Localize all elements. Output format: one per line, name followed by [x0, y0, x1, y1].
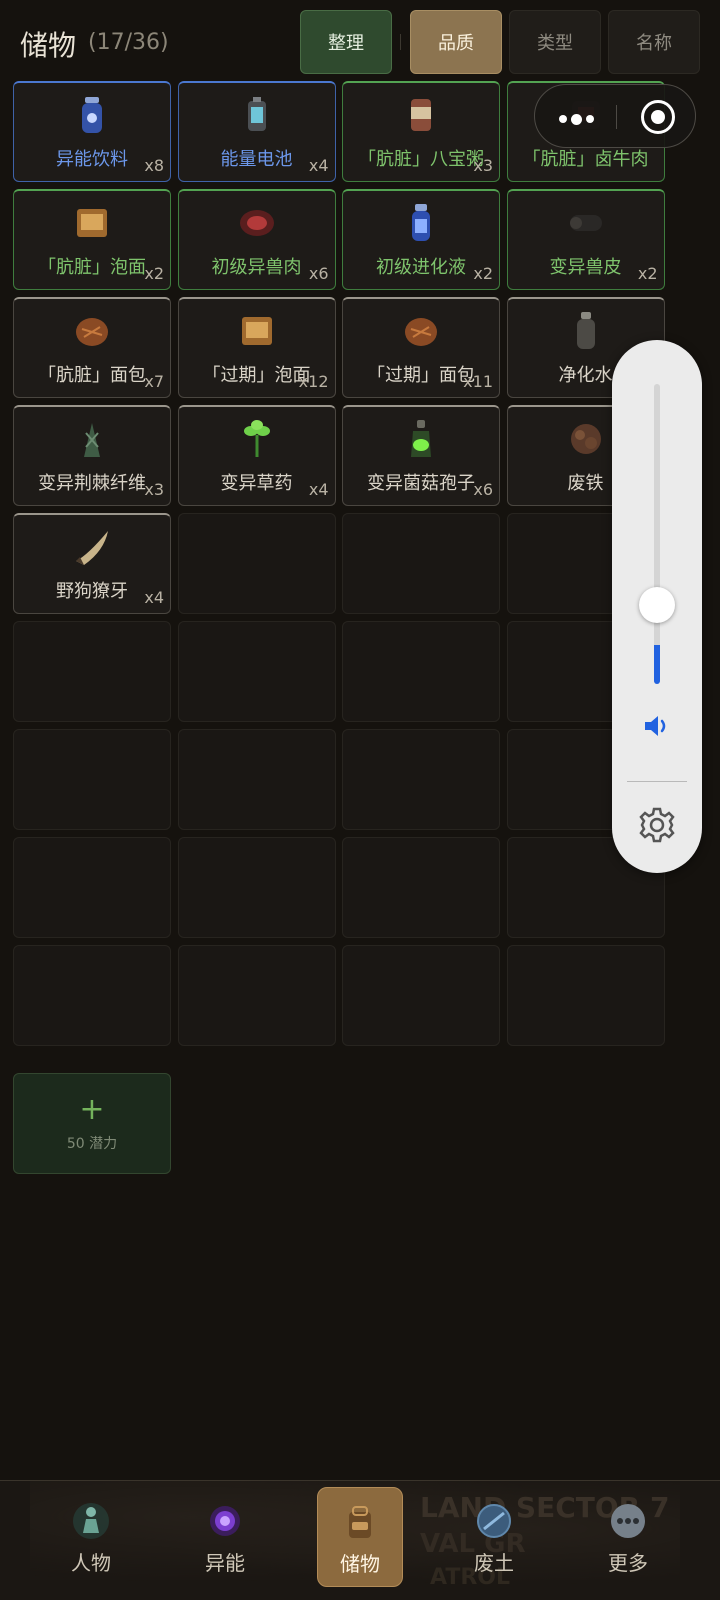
empty-slot: [177, 513, 336, 614]
inventory-slot[interactable]: 初级进化液 x2: [342, 189, 500, 290]
inventory-slot[interactable]: 「肮脏」泡面 x2: [13, 189, 171, 290]
inventory-slot[interactable]: 「过期」面包 x11: [342, 297, 500, 398]
header-divider: [400, 34, 401, 50]
tab-more[interactable]: 更多: [585, 1487, 671, 1587]
spore-bottle-icon: [411, 420, 431, 457]
fang-icon: [76, 531, 108, 565]
empty-slot: [177, 945, 336, 1046]
volume-panel-divider: [627, 781, 687, 782]
sort-name-button[interactable]: 名称: [608, 10, 700, 74]
water-bottle-icon: [576, 312, 595, 349]
item-quantity: x6: [473, 480, 493, 499]
gear-icon[interactable]: [637, 805, 677, 845]
empty-slot: [342, 837, 500, 938]
more-icon: [611, 1504, 645, 1538]
ability-orb-icon: [210, 1506, 240, 1536]
close-target-icon[interactable]: [641, 100, 675, 134]
inventory-slot[interactable]: 变异兽皮 x2: [506, 189, 665, 290]
noodle-pack-icon: [241, 317, 272, 345]
inventory-slot[interactable]: 变异草药 x4: [177, 405, 336, 506]
empty-slot: [177, 837, 336, 938]
sort-type-button[interactable]: 类型: [509, 10, 601, 74]
expand-storage-button[interactable]: + 50 潜力: [13, 1073, 171, 1174]
more-options-icon[interactable]: [559, 113, 594, 125]
empty-slot: [177, 621, 336, 722]
bread-icon: [76, 318, 108, 346]
item-quantity: x6: [308, 264, 329, 283]
volume-slider[interactable]: [654, 384, 660, 684]
item-quantity: x4: [144, 588, 164, 607]
tab-label: 人物: [71, 1551, 111, 1575]
tab-label: 更多: [608, 1551, 648, 1575]
thorn-fiber-icon: [84, 423, 100, 457]
page-title: 储物: [20, 29, 77, 62]
tab-ability[interactable]: 异能: [182, 1487, 268, 1587]
empty-slot: [342, 729, 500, 830]
inventory-slot[interactable]: 初级异兽肉 x6: [177, 189, 336, 290]
inventory-slot[interactable]: 野狗獠牙 x4: [13, 513, 171, 614]
noodle-pack-icon: [77, 209, 107, 237]
item-quantity: x4: [308, 480, 329, 499]
tab-label: 废土: [474, 1551, 514, 1575]
wasteland-icon: [477, 1504, 511, 1538]
capsule-divider: [616, 105, 617, 129]
storage-header: 储物 (17/36) 整理 品质 类型 名称: [0, 0, 720, 80]
empty-slot: [13, 729, 171, 830]
empty-slot: [13, 621, 171, 722]
inventory-slot[interactable]: 「过期」泡面 x12: [177, 297, 336, 398]
item-quantity: x12: [298, 372, 329, 391]
tab-label: 异能: [205, 1551, 245, 1575]
expand-cost: 50 潜力: [66, 1135, 118, 1152]
volume-panel: [612, 340, 702, 873]
item-quantity: x8: [144, 156, 164, 175]
inventory-slot[interactable]: 「肮脏」面包 x7: [13, 297, 171, 398]
empty-slot: [506, 945, 665, 1046]
can-icon: [411, 99, 431, 131]
empty-slot: [342, 621, 500, 722]
item-quantity: x2: [637, 264, 658, 283]
inventory-slot[interactable]: 变异菌菇孢子 x6: [342, 405, 500, 506]
tab-wasteland[interactable]: 废土: [451, 1487, 537, 1587]
tab-label: 储物: [340, 1552, 380, 1576]
item-quantity: x11: [463, 372, 493, 391]
drink-bottle-icon: [82, 97, 102, 133]
empty-slot: [342, 513, 500, 614]
sort-quality-button[interactable]: 品质: [410, 10, 502, 74]
backpack-icon: [349, 1506, 371, 1538]
battery-icon: [247, 97, 266, 131]
bread-icon: [405, 318, 437, 346]
evolution-liquid-icon: [412, 204, 430, 241]
beast-meat-icon: [239, 210, 274, 236]
organize-button[interactable]: 整理: [300, 10, 392, 74]
speaker-icon[interactable]: [641, 710, 673, 742]
plus-icon: +: [79, 1091, 105, 1127]
item-quantity: x4: [308, 156, 329, 175]
capacity-count: (17/36): [88, 30, 169, 55]
empty-slot: [342, 945, 500, 1046]
scrap-iron-icon: [570, 424, 601, 454]
inventory-slot[interactable]: 「肮脏」八宝粥 x3: [342, 81, 500, 182]
empty-slot: [177, 729, 336, 830]
item-quantity: x2: [144, 264, 164, 283]
hide-roll-icon: [569, 215, 602, 231]
inventory-slot[interactable]: 能量电池 x4: [177, 81, 336, 182]
empty-slot: [13, 837, 171, 938]
tab-character[interactable]: 人物: [48, 1487, 134, 1587]
herb-icon: [243, 420, 270, 457]
empty-slot: [13, 945, 171, 1046]
tab-storage[interactable]: 储物: [317, 1487, 403, 1587]
item-quantity: x3: [144, 480, 164, 499]
item-quantity: x3: [473, 156, 493, 175]
inventory-slot[interactable]: 异能饮料 x8: [13, 81, 171, 182]
character-icon: [73, 1503, 109, 1539]
volume-knob[interactable]: [639, 587, 675, 623]
item-quantity: x2: [473, 264, 493, 283]
bottom-nav: LAND SECTOR 7 VAL GR ATROL 人物 异能 储物 废土 更…: [0, 1480, 720, 1600]
volume-fill: [654, 645, 660, 684]
miniprogram-capsule: [534, 84, 696, 148]
item-name: 「肮脏」卤牛肉: [522, 149, 649, 170]
item-quantity: x7: [144, 372, 164, 391]
inventory-slot[interactable]: 变异荆棘纤维 x3: [13, 405, 171, 506]
